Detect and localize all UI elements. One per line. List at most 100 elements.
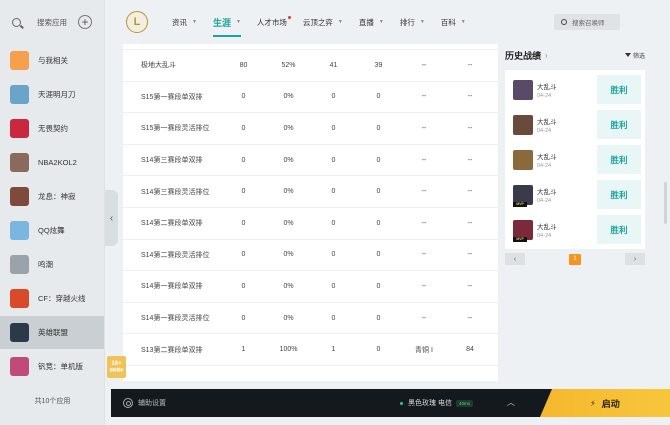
sidebar-item[interactable]: 鸣潮 <box>0 248 104 281</box>
lol-logo-icon[interactable]: L <box>126 11 148 33</box>
sidebar-search[interactable]: 搜索应用 + <box>0 0 104 44</box>
server-name: 黑色玫瑰 电信 <box>408 400 452 407</box>
rank-cell: -- <box>421 124 427 132</box>
kda-cell: 0 <box>331 124 336 132</box>
nav-tab[interactable]: 生涯 ▼ <box>212 16 241 37</box>
sidebar-item-label: 与我相关 <box>38 56 68 65</box>
match-result-badge: 胜利 <box>597 215 641 244</box>
table-row: S14第一赛段灵活排位 0 0% 0 0 -- -- <box>123 303 498 335</box>
mode-cell: S14第二赛段单双排 <box>141 220 203 228</box>
match-date: 04-24 <box>537 162 552 169</box>
chevron-left-icon: ‹ <box>109 212 114 224</box>
chevron-down-icon: ▼ <box>419 19 425 25</box>
top-nav: L 资讯 ▼ 生涯 ▼ 人才市场 云顶之弈 ▼ 直播 ▼ 排行 ▼ 百科 ▼ 搜索召唤师 <box>118 0 670 44</box>
nav-tabs: 资讯 ▼ 生涯 ▼ 人才市场 云顶之弈 ▼ 直播 ▼ 排行 ▼ 百科 ▼ <box>172 15 482 37</box>
chevron-right-icon[interactable]: › <box>545 51 548 60</box>
mvp-cell: 39 <box>374 61 383 69</box>
sidebar-search-label: 搜索应用 <box>37 17 67 27</box>
nav-tab[interactable]: 云顶之弈 ▼ <box>303 17 343 28</box>
sidebar-item[interactable]: QQ炫舞 <box>0 214 104 247</box>
mode-cell: S14第二赛段灵活排位 <box>141 251 210 259</box>
winrate-cell: 0% <box>283 282 294 290</box>
mvp-cell: 0 <box>376 93 381 101</box>
nav-tab[interactable]: 人才市场 <box>256 15 291 28</box>
nav-tab[interactable]: 资讯 ▼ <box>172 17 197 28</box>
chevron-up-icon[interactable]: ︿ <box>507 397 515 408</box>
filter-button[interactable]: 筛选 <box>624 51 645 60</box>
table-row: S14第三赛段灵活排位 0 0% 0 0 -- -- <box>123 176 498 208</box>
sidebar-item[interactable]: NBA2KOL2 <box>0 146 104 179</box>
kda-cell: 0 <box>331 156 336 164</box>
sidebar-item-label: 龙息：神寂 <box>38 192 76 201</box>
match-item[interactable]: 大乱斗 04-24 胜利 <box>505 72 645 107</box>
filter-label: 筛选 <box>632 53 645 60</box>
collapse-sidebar-button[interactable]: ‹ <box>105 190 118 246</box>
match-item[interactable]: MVP 大乱斗 04-24 胜利 <box>505 177 645 212</box>
mvp-cell: 0 <box>376 346 381 354</box>
sidebar-item-label: CF：穿越火线 <box>38 294 86 303</box>
lp-cell: -- <box>467 251 473 259</box>
lp-cell: -- <box>467 282 473 290</box>
filter-icon <box>624 53 631 57</box>
add-app-button[interactable]: + <box>78 15 92 29</box>
current-page[interactable]: 1 <box>569 253 581 265</box>
nav-tab[interactable]: 排行 ▼ <box>400 17 425 28</box>
summoner-search[interactable]: 搜索召唤师 <box>554 14 620 30</box>
games-cell: 0 <box>241 314 246 322</box>
match-mode: 大乱斗 <box>537 223 557 231</box>
mvp-cell: 0 <box>376 282 381 290</box>
mode-cell: S14第一赛段单双排 <box>141 283 203 291</box>
match-result-badge: 胜利 <box>597 145 641 174</box>
sidebar-item[interactable]: 与我相关 <box>0 44 104 77</box>
app-icon <box>10 221 29 240</box>
mode-cell: 极地大乱斗 <box>141 62 176 70</box>
settings-icon[interactable] <box>123 398 133 408</box>
career-stats-table: 极地大乱斗 80 52% 41 39 -- -- S15第一赛段单双排 0 0% 0 0 -- -- S15… <box>123 44 498 381</box>
next-page-button[interactable]: › <box>625 253 645 265</box>
sidebar-item[interactable]: 钒竞：单机版 <box>0 350 104 383</box>
launch-label: 启动 <box>601 398 620 409</box>
nav-tab[interactable]: 百科 ▼ <box>441 17 466 28</box>
sidebar-item[interactable]: 龙息：神寂 <box>0 180 104 213</box>
assist-settings-button[interactable]: 辅助设置 <box>138 398 166 408</box>
games-cell: 0 <box>241 188 246 196</box>
app-icon <box>10 289 29 308</box>
match-info: 大乱斗 04-24 <box>537 186 557 204</box>
rank-cell: -- <box>421 282 427 290</box>
games-cell: 0 <box>241 124 246 132</box>
sidebar-item[interactable]: CF：穿越火线 <box>0 282 104 315</box>
server-selector[interactable]: 黑色玫瑰 电信 40ms <box>400 398 473 408</box>
rank-cell: -- <box>421 61 427 69</box>
kda-cell: 0 <box>331 188 336 196</box>
lp-cell: -- <box>467 314 473 322</box>
summoner-search-placeholder: 搜索召唤师 <box>572 20 605 27</box>
kda-cell: 41 <box>329 61 338 69</box>
kda-cell: 0 <box>331 219 336 227</box>
chevron-down-icon: ▼ <box>235 19 241 25</box>
table-row: S14第三赛段单双排 0 0% 0 0 -- -- <box>123 145 498 177</box>
sidebar-item[interactable]: 天涯明月刀 <box>0 78 104 111</box>
match-history-title[interactable]: 历史战绩 <box>505 49 541 62</box>
winrate-cell: 0% <box>283 188 294 196</box>
scrollbar[interactable] <box>664 182 667 224</box>
nav-tab[interactable]: 直播 ▼ <box>359 17 384 28</box>
match-info: 大乱斗 04-24 <box>537 151 557 169</box>
app-icon <box>10 153 29 172</box>
winrate-cell: 0% <box>283 124 294 132</box>
nav-tab-label: 直播 <box>358 17 374 27</box>
launch-button[interactable]: ⚡ 启动 <box>540 389 670 417</box>
nav-tab-label: 云顶之弈 <box>302 17 333 27</box>
sidebar-item[interactable]: 英雄联盟 <box>0 316 104 349</box>
mode-cell: S14第一赛段灵活排位 <box>141 315 210 323</box>
table-row: S14第二赛段灵活排位 0 0% 0 0 -- -- <box>123 240 498 272</box>
sidebar-item[interactable]: 无畏契约 <box>0 112 104 145</box>
match-item[interactable]: MVP 大乱斗 04-24 胜利 <box>505 212 645 247</box>
match-item[interactable]: 大乱斗 04-24 胜利 <box>505 142 645 177</box>
match-result-badge: 胜利 <box>597 75 641 104</box>
mvp-badge: MVP <box>513 236 527 242</box>
match-item[interactable]: 大乱斗 04-24 胜利 <box>505 107 645 142</box>
lp-cell: 84 <box>466 346 474 354</box>
prev-page-button[interactable]: ‹ <box>505 253 525 265</box>
nav-tab-label: 人才市场 <box>256 17 287 27</box>
chevron-down-icon: ▼ <box>378 19 384 25</box>
